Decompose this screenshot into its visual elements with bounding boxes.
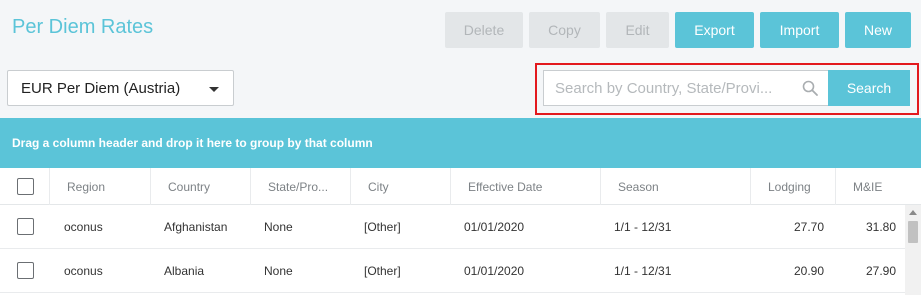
search-highlight-box: Search by Country, State/Provi... Search: [535, 63, 919, 115]
cell-effective-date: 01/01/2020: [464, 264, 525, 278]
column-header-city[interactable]: City: [351, 168, 451, 205]
search-input[interactable]: Search by Country, State/Provi...: [543, 70, 828, 106]
new-button[interactable]: New: [845, 12, 911, 48]
copy-button[interactable]: Copy: [529, 12, 600, 48]
column-header-effective-date[interactable]: Effective Date: [451, 168, 601, 205]
import-button[interactable]: Import: [760, 12, 839, 48]
cell-lodging: 27.70: [793, 220, 824, 234]
table-row[interactable]: oconus Afghanistan None [Other] 01/01/20…: [0, 205, 905, 249]
grid-header: Region Country State/Pro... City Effecti…: [0, 168, 921, 205]
cell-region: oconus: [64, 220, 103, 234]
column-header-lodging[interactable]: Lodging: [751, 168, 836, 205]
column-header-state[interactable]: State/Pro...: [251, 168, 351, 205]
scrollbar-thumb[interactable]: [908, 221, 918, 243]
vertical-scrollbar[interactable]: [905, 205, 921, 295]
page-title: Per Diem Rates: [12, 16, 154, 38]
select-all-checkbox[interactable]: [17, 178, 34, 195]
delete-button[interactable]: Delete: [445, 12, 523, 48]
cell-season: 1/1 - 12/31: [614, 220, 672, 234]
cell-lodging: 20.90: [793, 264, 824, 278]
column-header-mie[interactable]: M&IE: [836, 168, 921, 205]
per-diem-rates-page: Per Diem Rates Delete Copy Edit Export I…: [0, 0, 921, 295]
cell-state: None: [264, 264, 293, 278]
table-row[interactable]: oconus Albania None [Other] 01/01/2020 1…: [0, 249, 905, 293]
group-by-hint: Drag a column header and drop it here to…: [12, 136, 373, 150]
cell-effective-date: 01/01/2020: [464, 220, 525, 234]
header-checkbox-cell: [0, 168, 50, 205]
export-button[interactable]: Export: [675, 12, 754, 48]
per-diem-table-dropdown[interactable]: EUR Per Diem (Austria): [7, 70, 234, 106]
search-icon: [802, 80, 818, 96]
cell-country: Albania: [164, 264, 205, 278]
search-button[interactable]: Search: [828, 70, 910, 106]
cell-city: [Other]: [364, 264, 401, 278]
scroll-up-arrow-icon[interactable]: [909, 210, 917, 215]
cell-city: [Other]: [364, 220, 401, 234]
cell-season: 1/1 - 12/31: [614, 264, 672, 278]
chevron-down-icon: [209, 87, 219, 92]
cell-mie: 31.80: [865, 220, 896, 234]
row-checkbox[interactable]: [17, 262, 34, 279]
per-diem-grid: Region Country State/Pro... City Effecti…: [0, 168, 921, 295]
cell-region: oconus: [64, 264, 103, 278]
cell-mie: 27.90: [865, 264, 896, 278]
row-checkbox[interactable]: [17, 218, 34, 235]
column-header-country[interactable]: Country: [151, 168, 251, 205]
group-by-drop-area[interactable]: Drag a column header and drop it here to…: [0, 118, 921, 168]
column-header-region[interactable]: Region: [50, 168, 151, 205]
cell-state: None: [264, 220, 293, 234]
per-diem-table-selected: EUR Per Diem (Austria): [21, 79, 181, 97]
column-header-season[interactable]: Season: [601, 168, 751, 205]
edit-button[interactable]: Edit: [606, 12, 669, 48]
cell-country: Afghanistan: [164, 220, 228, 234]
